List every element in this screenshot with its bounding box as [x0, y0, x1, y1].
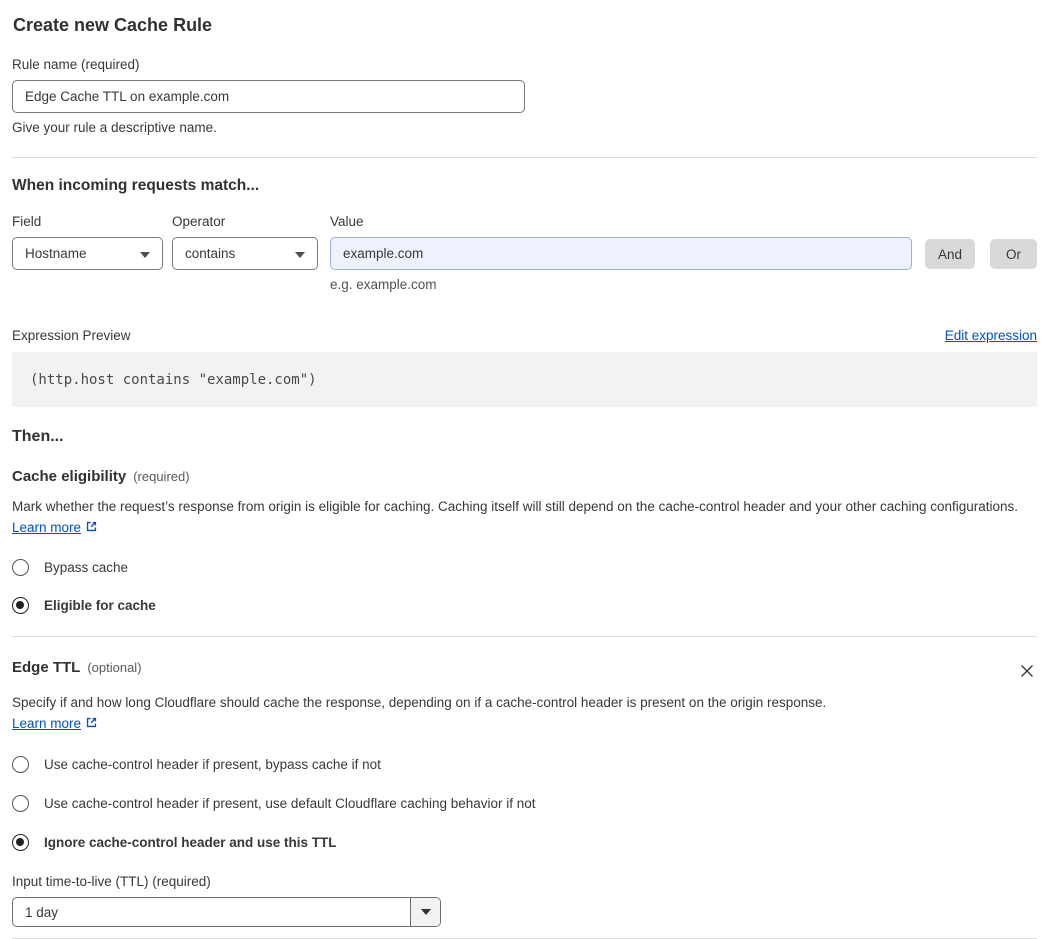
edge-ttl-title: Edge TTL [12, 659, 81, 676]
ttl-label: Input time-to-live (TTL) (required) [12, 874, 211, 889]
or-button[interactable]: Or [990, 239, 1037, 269]
radio-icon [12, 559, 29, 576]
edge-ttl-description: Specify if and how long Cloudflare shoul… [12, 692, 848, 734]
field-label: Field [12, 214, 42, 229]
close-edge-ttl-button[interactable] [1017, 661, 1037, 684]
chevron-down-icon [420, 909, 431, 915]
cache-eligibility-description: Mark whether the request’s response from… [12, 496, 1037, 538]
radio-label: Use cache-control header if present, byp… [44, 757, 381, 772]
expression-code: (http.host contains "example.com") [30, 371, 317, 388]
field-select-value: Hostname [25, 246, 87, 261]
radio-use-header-bypass[interactable]: Use cache-control header if present, byp… [12, 756, 1037, 773]
and-button[interactable]: And [924, 239, 975, 269]
radio-label: Bypass cache [44, 560, 129, 575]
cache-eligibility-heading: Cache eligibility (required) [12, 468, 1037, 485]
cache-eligibility-options: Bypass cache Eligible for cache [12, 559, 1037, 614]
value-input[interactable] [330, 237, 912, 270]
rule-name-input[interactable] [12, 80, 525, 113]
divider [12, 636, 1037, 637]
value-col: e.g. example.com [330, 237, 912, 292]
radio-icon [12, 795, 29, 812]
learn-more-link[interactable]: Learn more [12, 716, 81, 731]
match-labels: Field Operator Value [12, 214, 1037, 229]
edge-ttl-options: Use cache-control header if present, byp… [12, 756, 1037, 851]
match-row: Hostname contains e.g. example.com And O… [12, 237, 1037, 292]
chevron-down-icon [140, 252, 150, 258]
page-title: Create new Cache Rule [13, 15, 213, 35]
radio-use-header-default[interactable]: Use cache-control header if present, use… [12, 795, 1037, 812]
cache-eligibility-title: Cache eligibility [12, 468, 127, 485]
ttl-group: Input time-to-live (TTL) (required) 1 da… [12, 874, 1037, 927]
radio-label: Use cache-control header if present, use… [44, 796, 536, 811]
value-label: Value [330, 214, 364, 229]
operator-select-value: contains [185, 246, 236, 261]
chevron-down-icon [295, 252, 305, 258]
field-select[interactable]: Hostname [12, 237, 163, 270]
radio-ignore-header-use-ttl[interactable]: Ignore cache-control header and use this… [12, 834, 1037, 851]
required-badge: (required) [133, 469, 190, 484]
create-cache-rule-form: Create new Cache Rule Rule name (require… [0, 0, 1058, 939]
operator-select[interactable]: contains [172, 237, 318, 270]
radio-eligible-for-cache[interactable]: Eligible for cache [12, 597, 1037, 614]
edge-ttl-header: Edge TTL (optional) [12, 659, 1037, 684]
edge-ttl-description-text: Specify if and how long Cloudflare shoul… [12, 695, 827, 710]
radio-icon [12, 756, 29, 773]
close-icon [1021, 665, 1033, 677]
rule-name-help: Give your rule a descriptive name. [12, 120, 217, 135]
divider [12, 157, 1037, 158]
radio-label: Eligible for cache [44, 598, 156, 613]
operator-label: Operator [172, 214, 226, 229]
radio-checked-icon [12, 597, 29, 614]
rule-name-label: Rule name (required) [12, 57, 140, 72]
ttl-select[interactable]: 1 day [12, 897, 441, 927]
edit-expression-link[interactable]: Edit expression [945, 328, 1037, 343]
edge-ttl-heading: Edge TTL (optional) [12, 659, 142, 676]
then-heading: Then... [12, 428, 64, 445]
radio-bypass-cache[interactable]: Bypass cache [12, 559, 1037, 576]
external-link-icon [86, 717, 97, 728]
ttl-select-value: 1 day [25, 904, 59, 920]
radio-checked-icon [12, 834, 29, 851]
radio-label: Ignore cache-control header and use this… [44, 835, 337, 850]
expression-header: Expression Preview Edit expression [12, 328, 1037, 343]
expression-preview-label: Expression Preview [12, 328, 131, 343]
cache-eligibility-description-text: Mark whether the request’s response from… [12, 499, 1019, 514]
optional-badge: (optional) [87, 660, 142, 675]
rule-name-group: Rule name (required) Give your rule a de… [12, 57, 1037, 135]
value-help: e.g. example.com [330, 277, 437, 292]
ttl-dropdown-button[interactable] [410, 898, 440, 926]
match-heading: When incoming requests match... [12, 177, 260, 194]
learn-more-link[interactable]: Learn more [12, 520, 81, 535]
expression-preview-box: (http.host contains "example.com") [12, 352, 1037, 407]
external-link-icon [86, 521, 97, 532]
